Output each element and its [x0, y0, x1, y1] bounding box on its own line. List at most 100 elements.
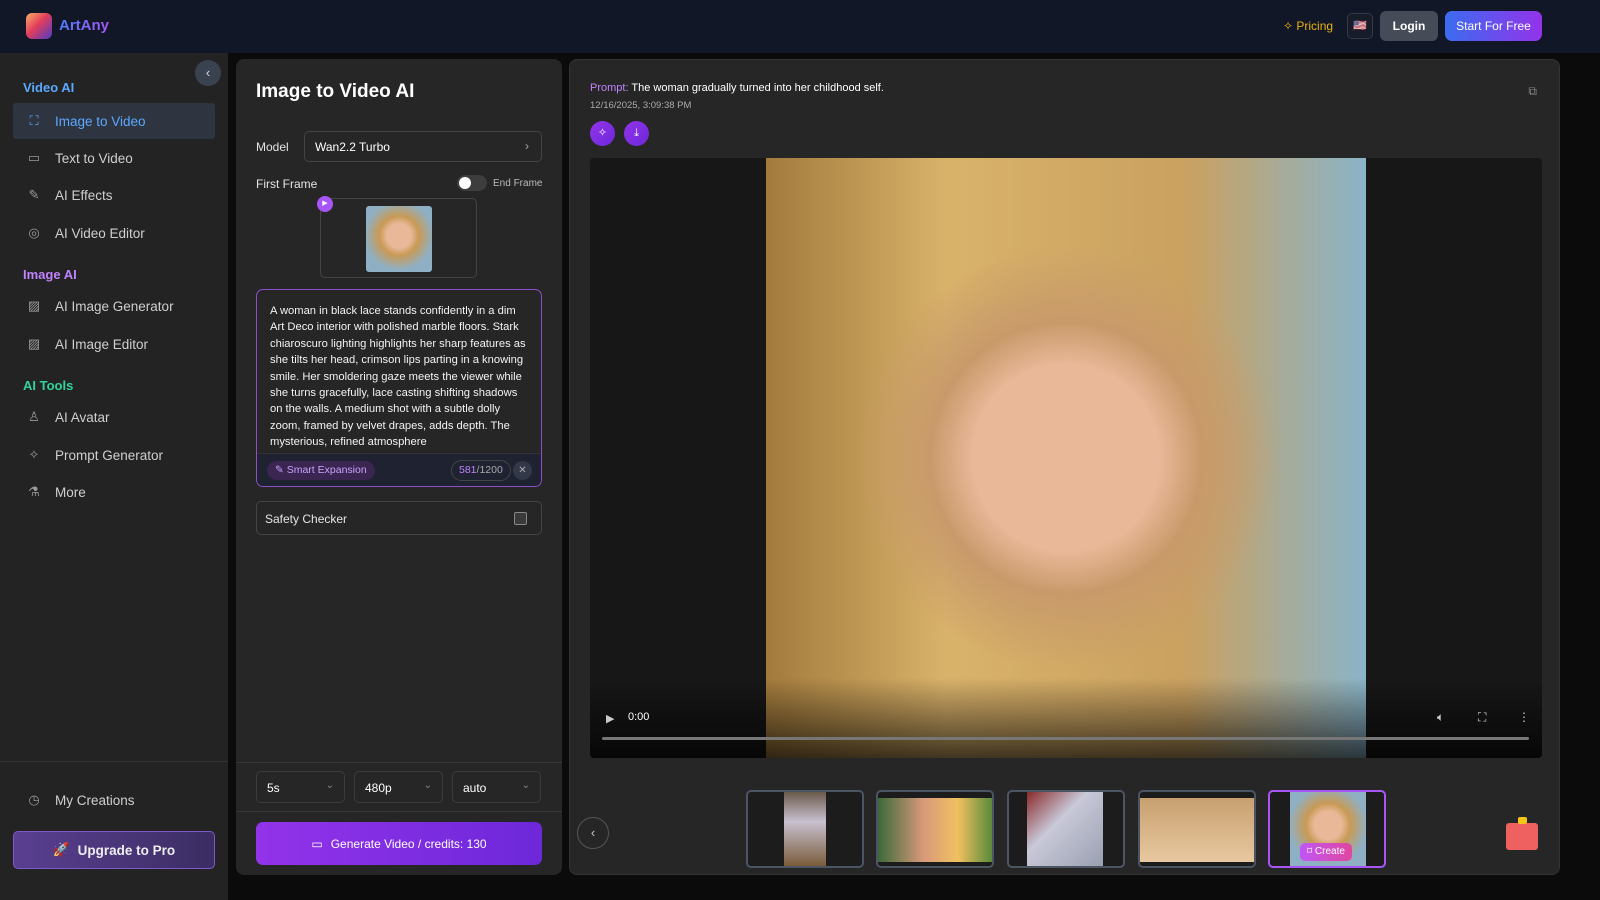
prompt-textarea[interactable]: A woman in black lace stands confidently…	[257, 290, 541, 452]
safety-checker-checkbox[interactable]	[514, 512, 527, 525]
volume-icon[interactable]: 🔈︎	[1437, 710, 1444, 725]
sidebar-item-label: My Creations	[55, 792, 135, 808]
sidebar-item-prompt-generator[interactable]: ✧ Prompt Generator	[13, 437, 215, 473]
first-frame-upload[interactable]	[320, 198, 477, 278]
section-video-ai: Video AI	[23, 80, 75, 95]
fullscreen-icon[interactable]: ⛶	[1478, 710, 1486, 725]
create-button[interactable]: ⌑ Create	[1300, 843, 1352, 861]
language-flag-button[interactable]: 🇺🇸	[1347, 13, 1373, 39]
controls-overlay	[590, 678, 1542, 758]
history-thumbnail[interactable]	[1007, 790, 1125, 868]
enhance-button[interactable]: ✧	[590, 121, 615, 146]
sidebar-item-more[interactable]: ⚗ More	[13, 474, 215, 510]
film-reel-icon: ◎	[28, 225, 40, 240]
aspect-ratio-select[interactable]: auto ⌄	[452, 771, 541, 803]
divider	[236, 811, 562, 812]
divider	[236, 762, 562, 763]
more-options-icon[interactable]: ⋮	[1518, 710, 1530, 724]
brush-icon: ✎	[28, 187, 40, 202]
page-title: Image to Video AI	[256, 81, 415, 102]
duration-value: 5s	[267, 781, 280, 795]
sidebar-item-ai-image-generator[interactable]: ▨ AI Image Generator	[13, 288, 215, 324]
chevron-down-icon: ⌄	[325, 780, 334, 791]
end-frame-toggle[interactable]	[457, 175, 487, 191]
thumbnails-prev-button[interactable]: ‹	[577, 817, 609, 849]
model-selector[interactable]: Wan2.2 Turbo ›	[304, 131, 542, 162]
upgrade-label: Upgrade to Pro	[77, 842, 176, 858]
prompt-key: Prompt:	[590, 82, 629, 94]
pricing-label: Pricing	[1296, 19, 1334, 33]
first-frame-thumbnail	[366, 206, 432, 272]
sparkles-icon: ✧	[28, 447, 40, 462]
generate-video-button[interactable]: ▭ Generate Video / credits: 130	[256, 822, 542, 865]
video-frame	[766, 158, 1366, 758]
sidebar-item-ai-avatar[interactable]: ♙ AI Avatar	[13, 399, 215, 435]
collapse-sidebar-button[interactable]: ‹	[195, 60, 221, 86]
history-thumbnail[interactable]	[746, 790, 864, 868]
resolution-select[interactable]: 480p ⌄	[354, 771, 443, 803]
video-camera-icon: ▭	[311, 836, 323, 851]
brand-name[interactable]: ArtAny	[59, 17, 109, 34]
generation-form-panel: Image to Video AI Model Wan2.2 Turbo › Fi…	[236, 59, 562, 875]
smart-expansion-label: Smart Expansion	[286, 464, 367, 476]
copy-icon[interactable]: ⧉	[1528, 84, 1537, 99]
clock-icon: ◷	[28, 792, 40, 807]
login-button[interactable]: Login	[1380, 11, 1438, 41]
thumbnail-image	[784, 792, 826, 866]
history-thumbnail[interactable]	[1138, 790, 1256, 868]
chevron-down-icon: ⌄	[423, 780, 432, 791]
history-thumbnail[interactable]	[876, 790, 994, 868]
video-player[interactable]: ▶ 0:00 🔈︎ ⛶ ⋮	[590, 158, 1542, 758]
play-icon[interactable]: ▶	[606, 712, 614, 725]
section-ai-tools: AI Tools	[23, 378, 74, 393]
image-icon: ▨	[27, 298, 41, 313]
resolution-value: 480p	[365, 781, 392, 795]
sidebar-item-label: AI Effects	[55, 187, 113, 203]
first-frame-label: First Frame	[256, 177, 318, 191]
result-timestamp: 12/16/2025, 3:09:38 PM	[590, 100, 692, 111]
download-button[interactable]: ⤓	[624, 121, 649, 146]
sidebar-item-ai-image-editor[interactable]: ▨ AI Image Editor	[13, 326, 215, 362]
history-thumbnail-selected[interactable]: ⌑ Create	[1268, 790, 1386, 868]
chevron-left-icon: ‹	[590, 825, 596, 840]
count-max: /1200	[476, 464, 503, 476]
video-time: 0:00	[628, 711, 650, 723]
thumbnail-image	[1027, 792, 1103, 866]
pricing-link[interactable]: ✧ Pricing	[1283, 19, 1333, 33]
image-edit-icon: ▨	[27, 336, 41, 351]
create-icon: ⌑	[1307, 846, 1315, 857]
gift-icon[interactable]	[1506, 817, 1538, 850]
expand-icon: ⛶	[29, 113, 39, 128]
rocket-icon: 🚀	[52, 842, 70, 857]
sidebar-item-ai-video-editor[interactable]: ◎ AI Video Editor	[13, 215, 215, 251]
sidebar-item-label: Image to Video	[55, 113, 146, 129]
sidebar-divider	[0, 761, 228, 762]
artany-logo[interactable]	[26, 13, 52, 39]
sidebar-item-label: AI Image Editor	[55, 336, 149, 352]
user-icon: ♙	[28, 409, 40, 424]
sidebar-item-label: AI Avatar	[55, 409, 110, 425]
prompt-text: The woman gradually turned into her chil…	[631, 82, 884, 94]
duration-select[interactable]: 5s ⌄	[256, 771, 345, 803]
character-count: 581/1200	[451, 460, 511, 481]
upgrade-to-pro-button[interactable]: 🚀 Upgrade to Pro	[13, 831, 215, 869]
end-frame-label: End Frame	[493, 178, 543, 189]
aspect-value: auto	[463, 781, 487, 795]
sidebar-item-ai-effects[interactable]: ✎ AI Effects	[13, 177, 215, 213]
top-header: ArtAny ✧ Pricing 🇺🇸 Login Start For Free	[0, 0, 1600, 53]
chevron-left-icon: ‹	[205, 65, 211, 80]
sparkles-icon: ✧	[597, 127, 608, 139]
sidebar-item-text-to-video[interactable]: ▭ Text to Video	[13, 140, 215, 176]
create-label: Create	[1314, 846, 1345, 857]
safety-checker-row: Safety Checker	[256, 501, 542, 535]
thumbnail-image	[1140, 798, 1254, 862]
start-for-free-button[interactable]: Start For Free	[1445, 11, 1542, 41]
clear-prompt-button[interactable]: ✕	[513, 461, 532, 480]
sidebar-item-my-creations[interactable]: ◷ My Creations	[13, 782, 215, 818]
video-progress-bar[interactable]	[602, 737, 1529, 740]
sidebar-item-image-to-video[interactable]: ⛶ Image to Video	[13, 103, 215, 139]
play-icon[interactable]: ▶	[317, 196, 333, 212]
smart-expansion-button[interactable]: ✎ Smart Expansion	[267, 461, 375, 480]
result-panel: Prompt: The woman gradually turned into …	[569, 59, 1560, 875]
sidebar-item-label: Text to Video	[55, 150, 133, 166]
